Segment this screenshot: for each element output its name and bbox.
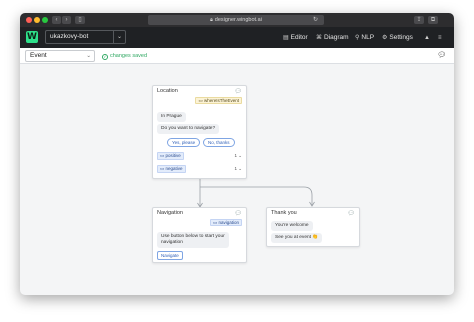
intent-label: positive — [165, 153, 181, 158]
card-title-text: Thank you — [271, 210, 297, 216]
message-bubble[interactable]: Do you want to navigate? — [157, 124, 220, 134]
intent-badge[interactable]: ▭ negative — [157, 165, 186, 173]
intent-row[interactable]: ▭ negative 1 ⌄ — [157, 165, 244, 173]
message-bubble[interactable]: See you at event 👏 — [271, 233, 323, 243]
quick-reply-yes[interactable]: Yes, please — [167, 138, 201, 147]
connector-line — [200, 186, 313, 205]
intent-row[interactable]: ▭ positive 1 ⌄ — [157, 152, 244, 160]
message-bubble[interactable]: Use button below to start your navigatio… — [157, 232, 229, 248]
trigger-icon: ▭ — [198, 98, 203, 103]
intent-count-value: 1 — [234, 153, 237, 158]
chevron-down-icon: ⌄ — [238, 153, 242, 158]
chat-bubble-icon[interactable]: 💬︎ — [347, 209, 355, 219]
browser-window: ‹ › ▯ 🔒︎ designer.wingbot.ai ↻ ⇪ ⧉ W ukaz… — [20, 13, 454, 295]
intent-icon: ▭ — [160, 166, 165, 171]
message-bubble[interactable]: In Prague — [157, 112, 186, 122]
card-title: Navigation 💬︎ — [153, 208, 246, 218]
card-title-text: Navigation — [157, 210, 183, 216]
intent-count[interactable]: 1 ⌄ — [234, 152, 242, 160]
intent-label: negative — [165, 166, 183, 171]
intent-badge[interactable]: ▭ positive — [157, 152, 184, 160]
trigger-label: whereIsTheEvent — [203, 98, 239, 103]
quick-reply-no[interactable]: No, thanks — [203, 138, 235, 147]
trigger-badge[interactable]: ▭ whereIsTheEvent — [195, 97, 242, 104]
trigger-label: navigation — [218, 220, 239, 225]
intent-count-value: 1 — [234, 166, 237, 171]
chat-bubble-icon[interactable]: 💬︎ — [234, 209, 242, 219]
card-title-text: Location — [157, 88, 178, 94]
chevron-down-icon: ⌄ — [238, 166, 242, 171]
message-line: navigation — [161, 240, 183, 245]
message-bubble[interactable]: You're welcome — [271, 221, 313, 231]
intent-icon: ▭ — [160, 153, 165, 158]
card-title: Location 💬︎ — [153, 86, 246, 96]
card-location[interactable]: Location 💬︎ ▭ whereIsTheEvent In Prague … — [152, 85, 247, 179]
card-navigation[interactable]: Navigation 💬︎ ▭ navigation Use button be… — [152, 207, 247, 263]
card-thank-you[interactable]: Thank you 💬︎ You're welcome See you at e… — [266, 207, 360, 247]
trigger-badge[interactable]: ▭ navigation — [209, 219, 242, 226]
chat-bubble-icon[interactable]: 💬︎ — [234, 87, 242, 97]
navigate-button[interactable]: Navigate — [157, 251, 183, 260]
intent-count[interactable]: 1 ⌄ — [234, 165, 242, 173]
trigger-icon: ▭ — [212, 220, 218, 225]
card-title: Thank you 💬︎ — [267, 208, 359, 218]
